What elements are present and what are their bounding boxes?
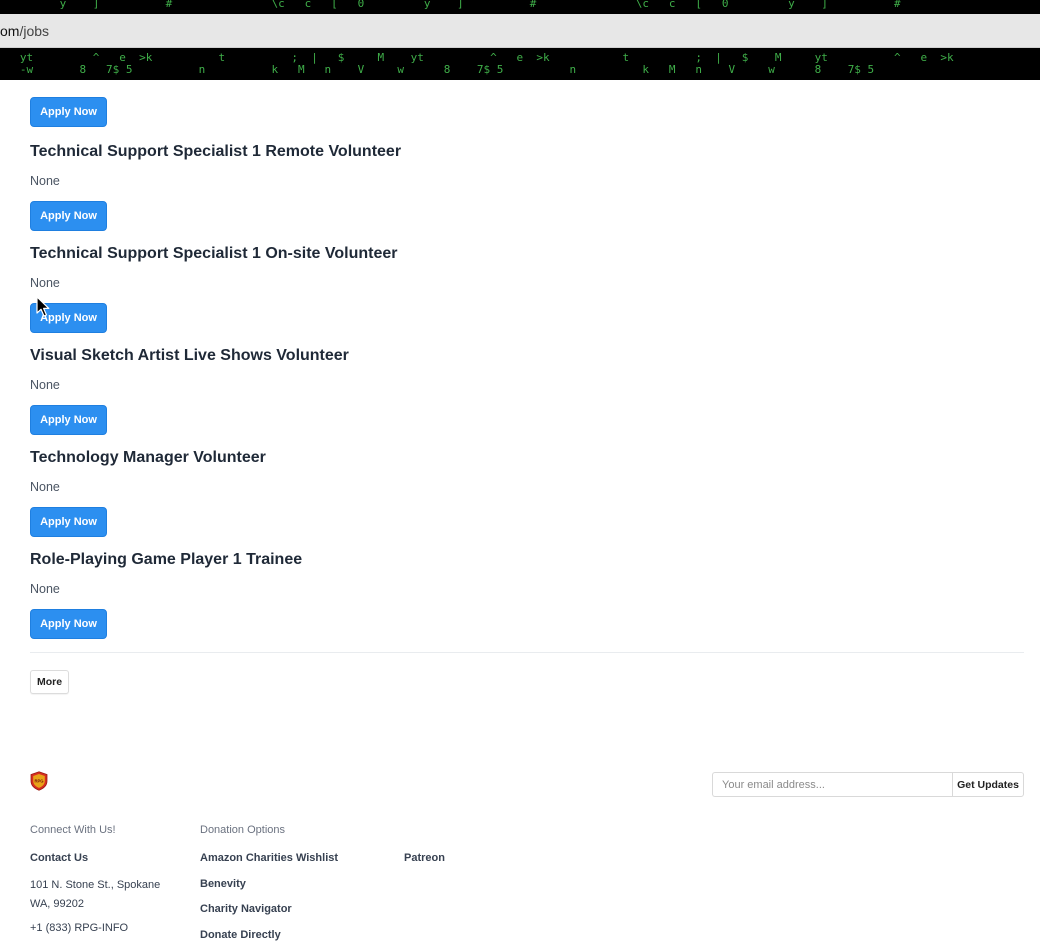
job-description: None bbox=[30, 378, 60, 392]
apply-now-button[interactable]: Apply Now bbox=[30, 405, 107, 435]
job-title[interactable]: Visual Sketch Artist Live Shows Voluntee… bbox=[30, 346, 1024, 366]
email-input[interactable] bbox=[712, 772, 952, 797]
apply-now-button[interactable]: Apply Now bbox=[30, 609, 107, 639]
donation-link[interactable]: Patreon bbox=[404, 849, 445, 868]
donation-heading: Donation Options bbox=[200, 824, 285, 836]
contact-us-link[interactable]: Contact Us bbox=[30, 849, 88, 868]
job-item: Technical Support Specialist 1 On-site V… bbox=[30, 244, 1024, 333]
matrix-banner: y ] # \c c [ 0 y ] # \c c [ 0 y ] # yt ^… bbox=[0, 0, 1040, 80]
matrix-text-row: -w 8 7$ 5 n k M n V w 8 7$ 5 n k M n V w… bbox=[0, 63, 875, 76]
apply-now-button[interactable]: Apply Now bbox=[30, 97, 107, 127]
url-host: om bbox=[0, 22, 20, 39]
rpg-logo[interactable]: RPG bbox=[30, 771, 48, 791]
get-updates-button[interactable]: Get Updates bbox=[952, 772, 1024, 797]
logo-text: RPG bbox=[34, 779, 43, 784]
job-item: Role-Playing Game Player 1 Trainee None … bbox=[30, 550, 1024, 639]
apply-now-button[interactable]: Apply Now bbox=[30, 507, 107, 537]
job-item: Visual Sketch Artist Live Shows Voluntee… bbox=[30, 346, 1024, 435]
donation-link[interactable]: Benevity bbox=[200, 875, 246, 894]
job-title[interactable]: Technology Manager Volunteer bbox=[30, 448, 1024, 468]
subscribe-form: Get Updates bbox=[712, 772, 1024, 797]
address-bar[interactable]: om/jobs bbox=[0, 14, 1040, 48]
address-text: 101 N. Stone St., Spokane WA, 99202 bbox=[30, 879, 161, 910]
more-button[interactable]: More bbox=[30, 670, 69, 694]
mouse-cursor-icon bbox=[36, 296, 50, 317]
job-description: None bbox=[30, 174, 60, 188]
donation-link[interactable]: Charity Navigator bbox=[200, 900, 292, 919]
phone-text: +1 (833) RPG-INFO bbox=[30, 922, 129, 934]
url-path: /jobs bbox=[19, 22, 50, 39]
connect-heading: Connect With Us! bbox=[30, 824, 116, 836]
donation-link[interactable]: Amazon Charities Wishlist bbox=[200, 849, 338, 868]
donation-link[interactable]: Donate Directly bbox=[200, 926, 281, 945]
matrix-text-row: y ] # \c c [ 0 y ] # \c c [ 0 y ] # bbox=[0, 0, 901, 10]
job-title[interactable]: Role-Playing Game Player 1 Trainee bbox=[30, 550, 1024, 570]
job-description: None bbox=[30, 480, 60, 494]
job-description: None bbox=[30, 582, 60, 596]
job-title[interactable]: Technical Support Specialist 1 On-site V… bbox=[30, 244, 1024, 264]
job-title[interactable]: Technical Support Specialist 1 Remote Vo… bbox=[30, 142, 1024, 162]
job-description: None bbox=[30, 276, 60, 290]
job-item: Technology Manager Volunteer None Apply … bbox=[30, 448, 1024, 537]
section-divider bbox=[30, 652, 1024, 653]
apply-now-button[interactable]: Apply Now bbox=[30, 201, 107, 231]
job-item: Technical Support Specialist 1 Remote Vo… bbox=[30, 142, 1024, 231]
